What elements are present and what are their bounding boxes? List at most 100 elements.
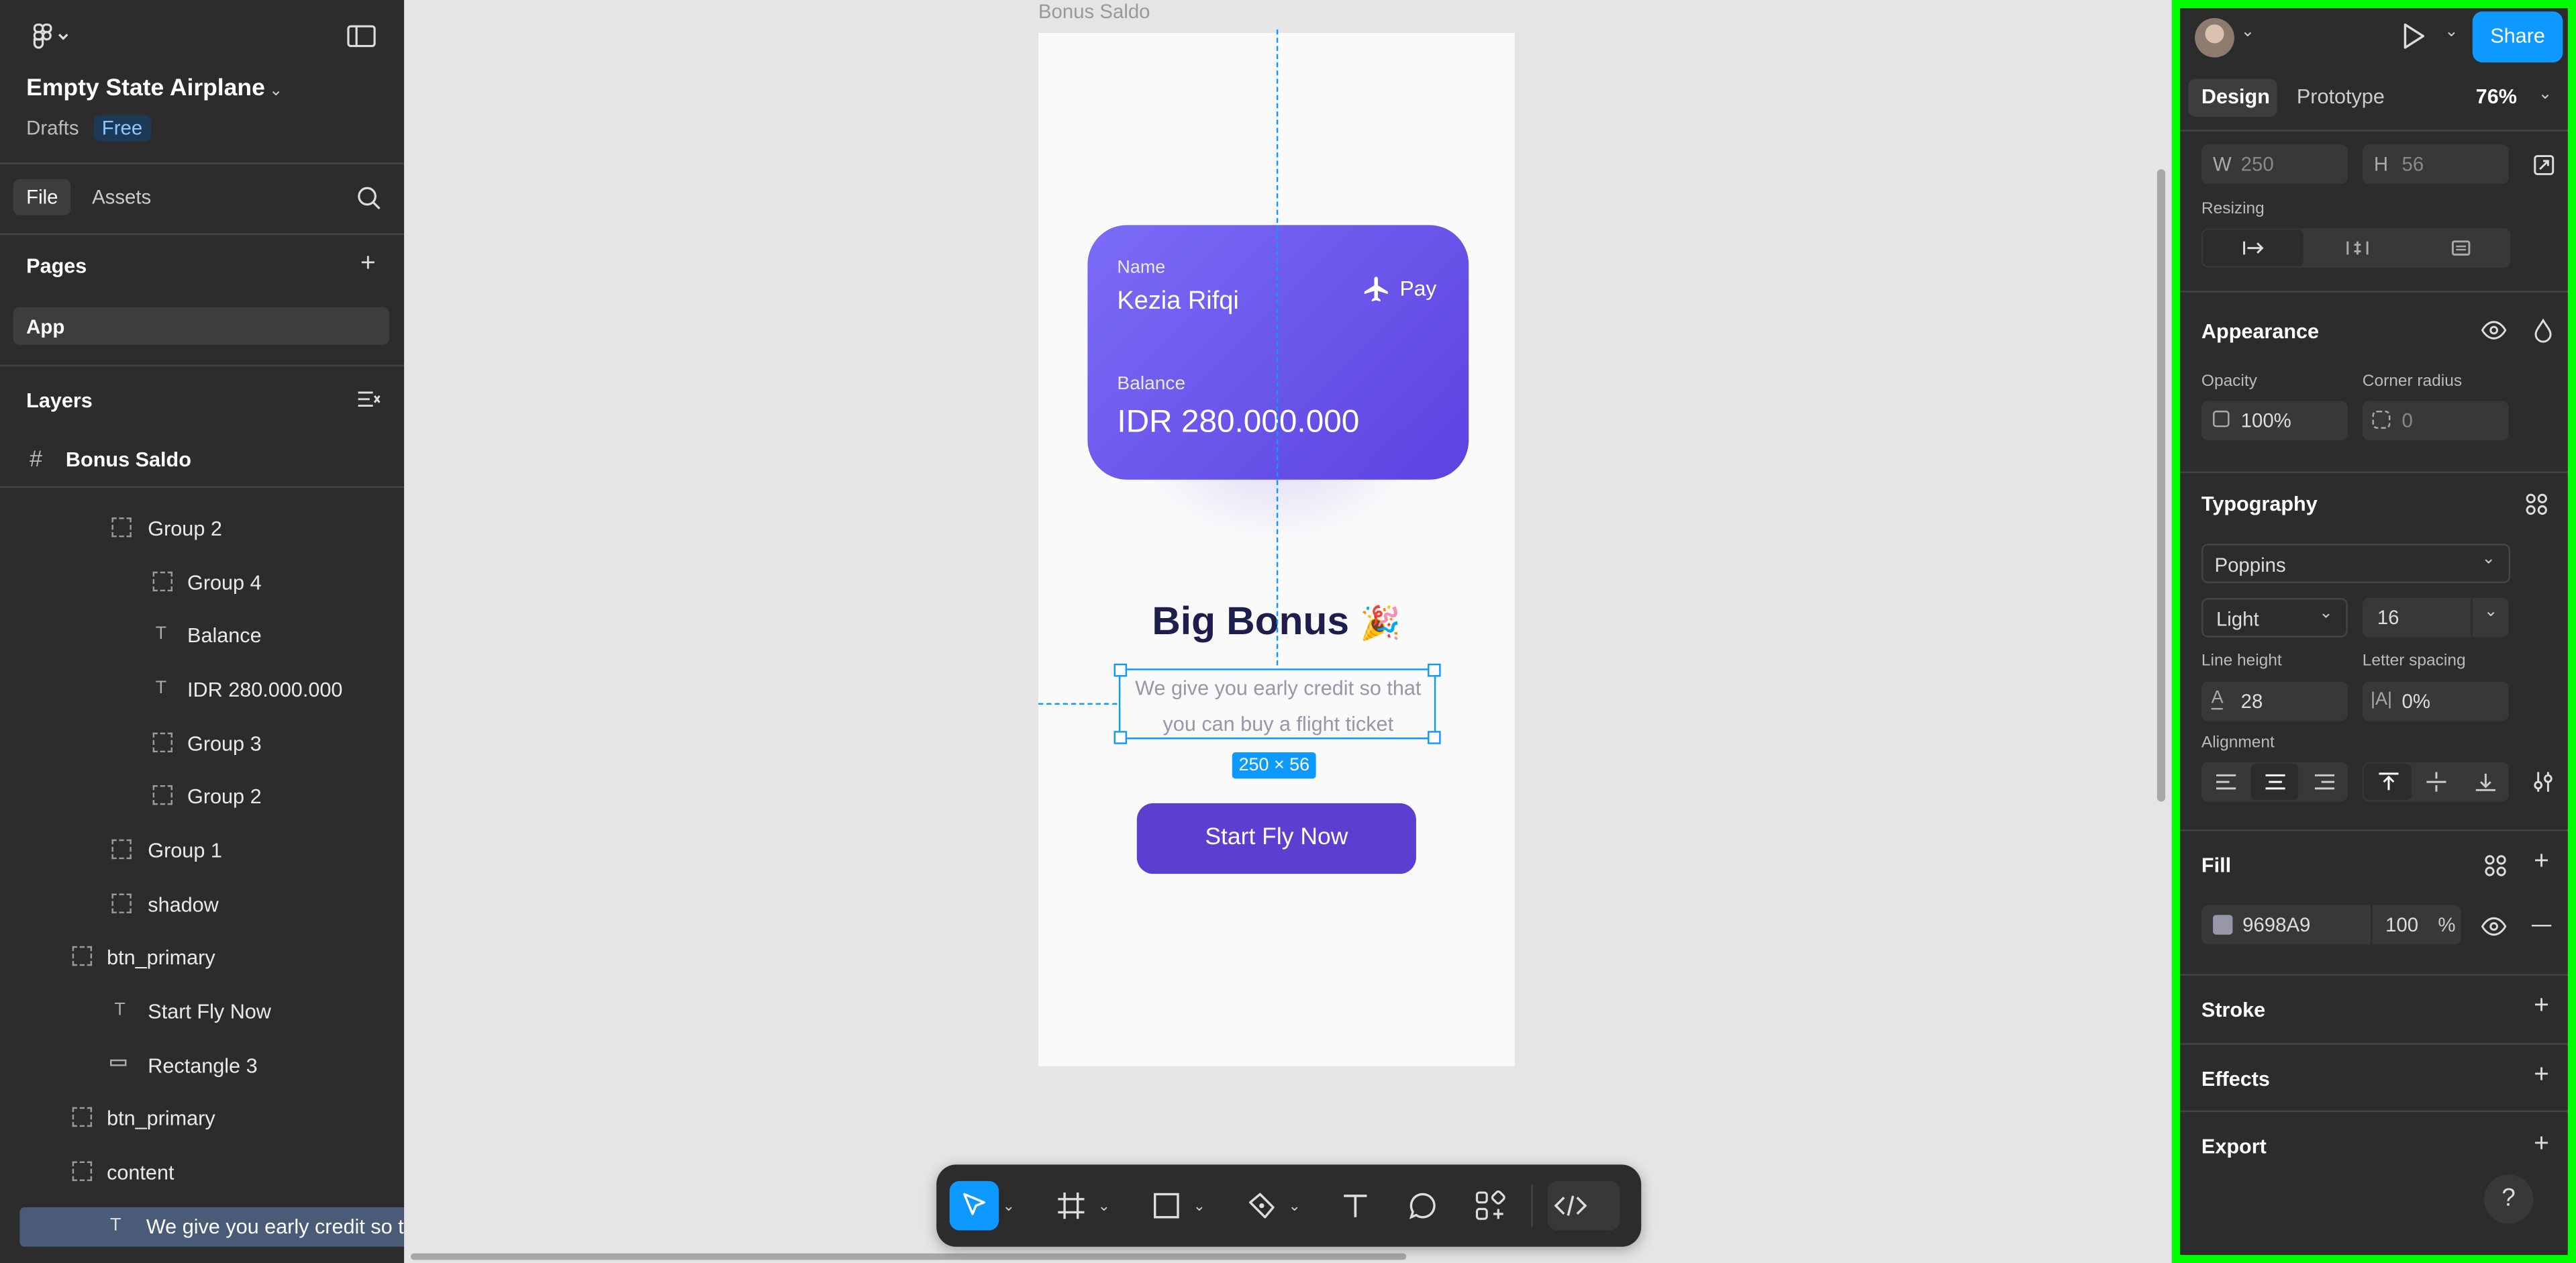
- resize-handle[interactable]: [1428, 731, 1441, 744]
- line-height-value: 28: [2240, 690, 2263, 713]
- layer-item[interactable]: Group 2: [0, 772, 404, 821]
- layer-item[interactable]: shadow: [0, 880, 404, 929]
- frame-tool-icon[interactable]: [1046, 1181, 1095, 1230]
- share-button[interactable]: Share: [2472, 11, 2563, 63]
- group-icon: [152, 571, 173, 592]
- layer-item[interactable]: btn_primary: [0, 1094, 404, 1143]
- help-button[interactable]: ?: [2483, 1174, 2534, 1224]
- rectangle-tool-icon[interactable]: [1142, 1181, 1191, 1230]
- fill-color-field[interactable]: 9698A9 100 %: [2201, 905, 2461, 945]
- chevron-down-icon[interactable]: ⌄: [999, 1181, 1018, 1230]
- align-left-icon[interactable]: [2201, 762, 2249, 802]
- dev-mode-toggle[interactable]: [1547, 1180, 1620, 1231]
- add-page-icon[interactable]: +: [356, 250, 379, 276]
- chevron-down-icon[interactable]: ⌄: [1189, 1181, 1209, 1230]
- align-bottom-icon[interactable]: [2461, 762, 2509, 802]
- avatar[interactable]: [2195, 17, 2234, 58]
- zoom-level[interactable]: 76%: [2476, 85, 2517, 108]
- start-fly-now-button[interactable]: Start Fly Now: [1136, 803, 1416, 874]
- line-height-field[interactable]: A 28: [2201, 681, 2348, 721]
- components-tool-icon[interactable]: [1465, 1181, 1514, 1230]
- layer-item[interactable]: T Start Fly Now: [0, 987, 404, 1036]
- opacity-value: 100%: [2240, 409, 2291, 432]
- resizing-label: Resizing: [2201, 200, 2265, 219]
- layer-item[interactable]: Group 1: [0, 826, 404, 875]
- horizontal-scrollbar[interactable]: [410, 1253, 1407, 1260]
- frame-label[interactable]: Bonus Saldo: [1038, 0, 1150, 23]
- layer-frame-bonus-saldo[interactable]: Bonus Saldo: [66, 448, 191, 471]
- opacity-field[interactable]: 100%: [2201, 401, 2348, 440]
- add-stroke-icon[interactable]: +: [2530, 993, 2553, 1019]
- font-size-field[interactable]: 16 ⌄: [2362, 597, 2510, 638]
- font-family-select[interactable]: Poppins ⌄: [2201, 544, 2511, 583]
- resize-to-fit-icon[interactable]: [2532, 153, 2555, 176]
- layer-item[interactable]: content: [0, 1148, 404, 1197]
- font-size-dropdown[interactable]: ⌄: [2471, 597, 2510, 638]
- chevron-down-icon[interactable]: ⌄: [2444, 23, 2459, 41]
- resize-fixed-icon[interactable]: [2203, 230, 2303, 266]
- resize-handle[interactable]: [1113, 663, 1128, 677]
- align-middle-icon[interactable]: [2412, 762, 2459, 802]
- eye-icon[interactable]: [2481, 319, 2507, 342]
- align-center-icon[interactable]: [2250, 764, 2299, 801]
- layer-item[interactable]: Group 2: [0, 504, 404, 553]
- resize-fill-icon[interactable]: [2410, 230, 2510, 266]
- pen-tool-icon[interactable]: [1237, 1181, 1286, 1230]
- toggle-sidebar-icon[interactable]: [345, 21, 378, 51]
- page-item-app[interactable]: App: [13, 307, 390, 346]
- width-field[interactable]: W 250: [2201, 144, 2348, 185]
- drop-icon[interactable]: [2532, 317, 2555, 343]
- add-export-icon[interactable]: +: [2530, 1131, 2553, 1157]
- drafts-label[interactable]: Drafts: [26, 117, 79, 140]
- fill-styles-icon[interactable]: [2482, 852, 2508, 878]
- resize-handle[interactable]: [1113, 731, 1128, 744]
- add-fill-icon[interactable]: +: [2530, 848, 2553, 874]
- selection-box[interactable]: [1113, 663, 1441, 744]
- add-effect-icon[interactable]: +: [2530, 1062, 2553, 1088]
- font-weight-select[interactable]: Light ⌄: [2201, 597, 2348, 638]
- left-panel: Empty State Airplane ⌄ Drafts Free File …: [0, 0, 405, 1263]
- chevron-down-icon[interactable]: ⌄: [266, 79, 286, 101]
- tab-design[interactable]: Design: [2188, 79, 2277, 117]
- letter-spacing-field[interactable]: |A| 0%: [2362, 681, 2509, 721]
- align-right-icon[interactable]: [2300, 762, 2348, 802]
- figma-menu-icon[interactable]: [26, 19, 75, 52]
- text-styles-icon[interactable]: [2524, 491, 2550, 517]
- file-name[interactable]: Empty State Airplane: [26, 76, 265, 102]
- appearance-title: Appearance: [2201, 320, 2320, 344]
- fill-swatch[interactable]: [2213, 915, 2233, 935]
- play-icon[interactable]: [2400, 23, 2426, 49]
- tab-assets[interactable]: Assets: [92, 186, 151, 209]
- resize-handle[interactable]: [1428, 663, 1441, 677]
- text-tool-icon[interactable]: [1331, 1181, 1380, 1230]
- height-field[interactable]: H 56: [2362, 144, 2509, 185]
- layer-item[interactable]: Group 3: [0, 719, 404, 768]
- corner-radius-field[interactable]: 0: [2362, 401, 2509, 440]
- remove-fill-icon[interactable]: [2531, 925, 2552, 927]
- tab-prototype[interactable]: Prototype: [2297, 85, 2385, 108]
- layer-item[interactable]: btn_primary: [0, 933, 404, 982]
- layer-item[interactable]: Group 4: [0, 558, 404, 607]
- layer-item[interactable]: Rectangle 3: [0, 1042, 404, 1091]
- effects-title: Effects: [2201, 1068, 2270, 1091]
- eye-icon[interactable]: [2481, 915, 2507, 938]
- chevron-down-icon[interactable]: ⌄: [2241, 23, 2255, 41]
- comment-tool-icon[interactable]: [1398, 1181, 1447, 1230]
- chevron-down-icon[interactable]: ⌄: [2538, 85, 2553, 103]
- tab-file[interactable]: File: [13, 179, 71, 215]
- align-top-icon[interactable]: [2364, 764, 2412, 801]
- resize-hug-icon[interactable]: [2307, 230, 2407, 266]
- layer-label: btn_primary: [107, 946, 215, 970]
- move-tool-icon[interactable]: [949, 1180, 999, 1231]
- layer-item[interactable]: T IDR 280.000.000: [0, 665, 404, 714]
- canvas[interactable]: Bonus Saldo Name Kezia Rifqi Pay Balance…: [404, 0, 2172, 1263]
- type-settings-icon[interactable]: [2530, 769, 2556, 795]
- right-panel: ⌄ ⌄ Share Design Prototype 76% ⌄ W 250 H…: [2171, 0, 2576, 1263]
- search-icon[interactable]: [355, 184, 381, 210]
- layers-filter-icon[interactable]: [355, 388, 381, 411]
- layer-item[interactable]: T Balance: [0, 611, 404, 660]
- chevron-down-icon[interactable]: ⌄: [1285, 1181, 1304, 1230]
- vertical-scrollbar[interactable]: [2157, 169, 2166, 802]
- layer-item-selected[interactable]: T We give you early credit so th: [19, 1207, 405, 1247]
- chevron-down-icon[interactable]: ⌄: [1094, 1181, 1113, 1230]
